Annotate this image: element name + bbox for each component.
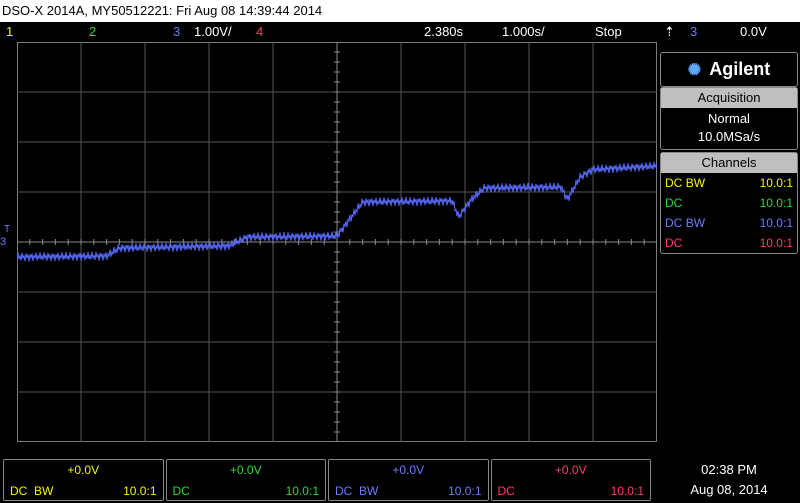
channels-box[interactable]: Channels DC BW 10.0:1 DC 10.0:1 DC BW 10… xyxy=(660,152,798,254)
brand-box: ✺ Agilent xyxy=(660,52,798,87)
channel-coupling: DC xyxy=(665,216,683,230)
channel-3-row[interactable]: DC BW 10.0:1 xyxy=(661,213,797,233)
waveform-display[interactable] xyxy=(17,42,657,442)
channel-2-softkey[interactable]: +0.0V DC 10.0:1 xyxy=(165,459,326,501)
channel-softkeys: +0.0V DC BW 10.0:1 +0.0V DC 10.0:1 +0.0V… xyxy=(3,459,651,501)
acquisition-box[interactable]: Acquisition Normal 10.0MSa/s xyxy=(660,87,798,150)
trigger-source[interactable]: 3 xyxy=(690,22,697,42)
channel-3-softkey[interactable]: +0.0V DC BW 10.0:1 xyxy=(328,459,489,501)
channel-coupling: DC xyxy=(665,176,683,190)
graticule xyxy=(17,42,657,442)
channel-offset: +0.0V xyxy=(392,463,425,477)
channel-probe: 10.0:1 xyxy=(759,176,793,190)
clock-date: Aug 08, 2014 xyxy=(690,482,768,497)
channel-offset: +0.0V xyxy=(67,463,100,477)
channel-3-ground-marker[interactable]: 3 xyxy=(0,236,6,248)
run-state: Stop xyxy=(595,24,622,39)
acquisition-mode: Normal xyxy=(708,111,750,126)
side-panel: ✺ Agilent Acquisition Normal 10.0MSa/s Ch… xyxy=(660,52,798,254)
channel-probe: 10.0:1 xyxy=(448,484,482,498)
channel-bw: BW xyxy=(34,484,54,498)
trigger-edge-icon: ⇡ xyxy=(664,24,675,39)
channel-bw: BW xyxy=(359,484,379,498)
channel-coupling: DC xyxy=(172,484,190,498)
channel-probe: 10.0:1 xyxy=(610,484,644,498)
channel-probe: 10.0:1 xyxy=(123,484,157,498)
channel-probe: 10.0:1 xyxy=(759,216,793,230)
channel-probe: 10.0:1 xyxy=(759,236,793,250)
channel-offset: +0.0V xyxy=(554,463,587,477)
window-title: DSO-X 2014A, MY50512221: Fri Aug 08 14:3… xyxy=(0,0,800,22)
time-delay[interactable]: 2.380s xyxy=(424,22,463,42)
channel-2-indicator[interactable]: 2 xyxy=(89,22,96,42)
channel-coupling: DC xyxy=(665,236,683,250)
channel-bw: BW xyxy=(685,176,706,190)
agilent-spark-icon: ✺ xyxy=(687,61,702,79)
channel-coupling: DC xyxy=(10,484,28,498)
trigger-level-marker[interactable]: T xyxy=(4,224,10,235)
channel-probe: 10.0:1 xyxy=(285,484,319,498)
channel-coupling: DC xyxy=(335,484,353,498)
channel-4-softkey[interactable]: +0.0V DC 10.0:1 xyxy=(490,459,651,501)
channel-coupling: DC xyxy=(497,484,515,498)
channel-3-indicator[interactable]: 3 xyxy=(173,22,180,42)
channel-1-indicator[interactable]: 1 xyxy=(6,22,13,42)
channel-bw: BW xyxy=(685,216,706,230)
sample-rate: 10.0MSa/s xyxy=(697,129,761,144)
channel-4-row[interactable]: DC 10.0:1 xyxy=(661,233,797,253)
channel-3-scale[interactable]: 1.00V/ xyxy=(194,22,232,42)
status-bar: 1 2 3 1.00V/ 4 2.380s 1.000s/ Stop ⇡ 3 0… xyxy=(0,22,800,42)
timebase-scale[interactable]: 1.000s/ xyxy=(502,22,545,42)
trigger-level[interactable]: 0.0V xyxy=(740,22,767,42)
clock: 02:38 PM Aug 08, 2014 xyxy=(660,460,798,500)
channel-1-softkey[interactable]: +0.0V DC BW 10.0:1 xyxy=(3,459,164,501)
channel-2-row[interactable]: DC 10.0:1 xyxy=(661,193,797,213)
channel-probe: 10.0:1 xyxy=(759,196,793,210)
channel-coupling: DC xyxy=(665,196,683,210)
brand-name: Agilent xyxy=(709,59,771,79)
channel-offset: +0.0V xyxy=(229,463,262,477)
channels-header: Channels xyxy=(661,153,797,173)
acquisition-header: Acquisition xyxy=(661,88,797,108)
channel-1-row[interactable]: DC BW 10.0:1 xyxy=(661,173,797,193)
clock-time: 02:38 PM xyxy=(701,462,757,477)
channel-4-indicator[interactable]: 4 xyxy=(256,22,263,42)
